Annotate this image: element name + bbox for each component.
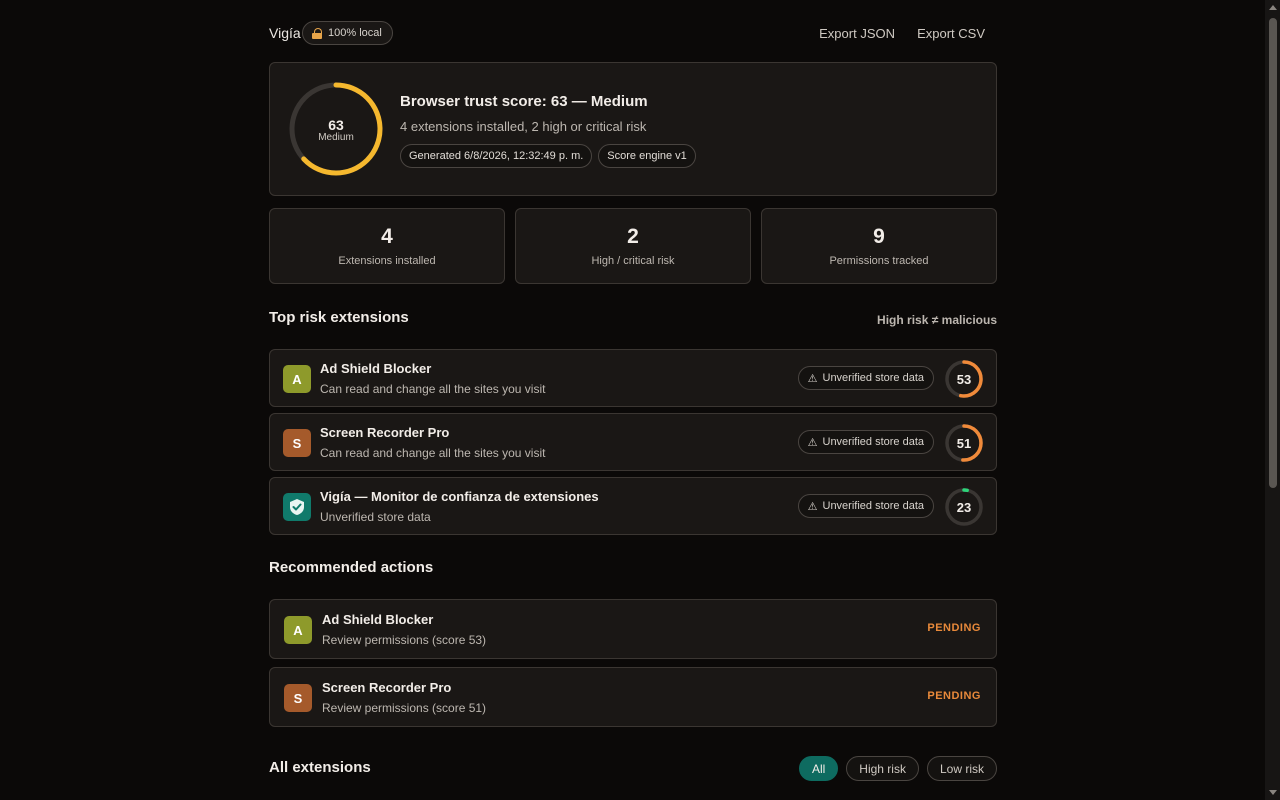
stat-permissions-tracked: 9 Permissions tracked: [761, 208, 997, 284]
trust-score-meta: Generated 6/8/2026, 12:32:49 p. m. Score…: [400, 144, 696, 168]
extension-name: Screen Recorder Pro: [320, 425, 450, 440]
trust-score-subtitle: 4 extensions installed, 2 high or critic…: [400, 119, 647, 134]
action-description: Review permissions (score 53): [322, 633, 487, 647]
trust-score-value: 63: [328, 117, 344, 133]
action-status: PENDING: [927, 622, 981, 634]
scrollbar-thumb[interactable]: [1269, 18, 1277, 488]
stat-value: 4: [381, 225, 393, 248]
warning-icon: ⚠: [807, 436, 818, 449]
extension-description: Unverified store data: [320, 510, 431, 524]
scroll-up-arrow-icon[interactable]: [1269, 5, 1277, 10]
risk-score-value: 53: [956, 372, 972, 387]
extension-description: Can read and change all the sites you vi…: [320, 382, 546, 396]
action-row-screen-recorder-pro[interactable]: S Screen Recorder Pro Review permissions…: [269, 667, 997, 727]
shield-check-icon: [283, 493, 311, 521]
risk-row-vigia-monitor[interactable]: Vigía — Monitor de confianza de extensio…: [269, 477, 997, 535]
stat-extensions-installed: 4 Extensions installed: [269, 208, 505, 284]
extension-filters: All High risk Low risk: [798, 756, 997, 781]
topbar: Vigía 100% local Export JSON Export CSV: [269, 20, 997, 46]
lock-icon: [312, 27, 322, 39]
export-csv-button[interactable]: Export CSV: [917, 26, 985, 41]
unverified-badge: ⚠ Unverified store data: [797, 366, 934, 390]
unverified-badge: ⚠ Unverified store data: [797, 494, 934, 518]
action-extension-name: Screen Recorder Pro: [322, 680, 452, 695]
stat-label: Permissions tracked: [829, 255, 929, 267]
all-extensions-title: All extensions: [269, 759, 371, 776]
extension-avatar: S: [283, 429, 311, 457]
filter-all[interactable]: All: [798, 756, 839, 781]
warning-icon: ⚠: [807, 500, 818, 513]
action-extension-name: Ad Shield Blocker: [322, 612, 434, 627]
stat-label: High / critical risk: [591, 255, 675, 267]
extension-name: Vigía — Monitor de confianza de extensio…: [320, 489, 599, 504]
stat-high-risk: 2 High / critical risk: [515, 208, 751, 284]
risk-score-value: 23: [956, 500, 972, 515]
action-description: Review permissions (score 51): [322, 701, 487, 715]
engine-version: Score engine v1: [598, 144, 696, 168]
action-status: PENDING: [927, 690, 981, 702]
risk-disclaimer: High risk ≠ malicious: [877, 313, 997, 327]
filter-high-risk[interactable]: High risk: [846, 756, 919, 781]
scroll-down-arrow-icon[interactable]: [1269, 790, 1277, 795]
extension-description: Can read and change all the sites you vi…: [320, 446, 546, 460]
stat-value: 2: [627, 225, 639, 248]
risk-score-value: 51: [956, 436, 972, 451]
unverified-badge-label: Unverified store data: [822, 500, 925, 512]
unverified-badge: ⚠ Unverified store data: [797, 430, 934, 454]
stat-label: Extensions installed: [338, 255, 436, 267]
unverified-badge-label: Unverified store data: [822, 372, 925, 384]
extension-avatar: A: [283, 365, 311, 393]
unverified-badge-label: Unverified store data: [822, 436, 925, 448]
trust-score-level: Medium: [318, 132, 354, 143]
brand-name: Vigía: [269, 25, 301, 41]
filter-low-risk[interactable]: Low risk: [926, 756, 997, 781]
risk-row-screen-recorder-pro[interactable]: S Screen Recorder Pro Can read and chang…: [269, 413, 997, 471]
warning-icon: ⚠: [807, 372, 818, 385]
extension-name: Ad Shield Blocker: [320, 361, 432, 376]
page-scrollbar[interactable]: [1265, 0, 1280, 800]
local-badge-label: 100% local: [328, 27, 382, 39]
stat-value: 9: [873, 225, 885, 248]
generated-timestamp: Generated 6/8/2026, 12:32:49 p. m.: [400, 144, 593, 168]
export-json-button[interactable]: Export JSON: [819, 26, 895, 41]
top-risk-title: Top risk extensions: [269, 309, 409, 326]
extension-avatar: S: [284, 684, 312, 712]
risk-row-ad-shield-blocker[interactable]: A Ad Shield Blocker Can read and change …: [269, 349, 997, 407]
trust-score-card: 63 Medium Browser trust score: 63 — Medi…: [269, 62, 997, 196]
extension-avatar: A: [284, 616, 312, 644]
recommended-actions-title: Recommended actions: [269, 559, 434, 576]
trust-score-title: Browser trust score: 63 — Medium: [400, 93, 648, 110]
local-badge: 100% local: [302, 21, 393, 45]
action-row-ad-shield-blocker[interactable]: A Ad Shield Blocker Review permissions (…: [269, 599, 997, 659]
